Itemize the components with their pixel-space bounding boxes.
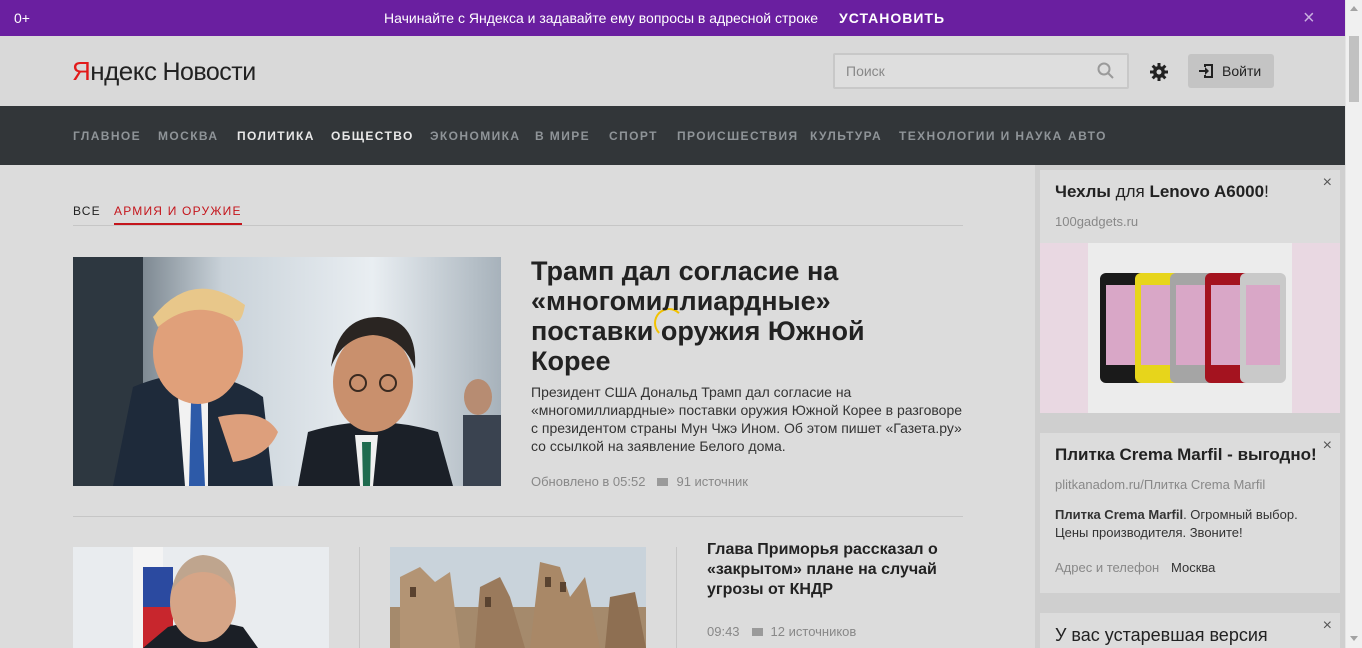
story-sources[interactable]: 12 источников [771, 624, 857, 639]
section-nav: ГЛАВНОЕ МОСКВА ПОЛИТИКА ОБЩЕСТВО ЭКОНОМИ… [0, 106, 1345, 165]
hero-title[interactable]: Трамп дал согласие на «многомиллиардные»… [531, 256, 951, 376]
login-button[interactable]: Войти [1188, 54, 1274, 88]
login-label: Войти [1222, 63, 1262, 79]
close-icon[interactable]: × [1323, 174, 1332, 192]
card-separator [676, 547, 677, 648]
ad-title[interactable]: У вас устаревшая версия [1055, 625, 1268, 646]
nav-item-moscow[interactable]: МОСКВА [158, 129, 218, 143]
hero-meta: Обновлено в 05:52 91 источник [531, 474, 748, 489]
promo-message: Начинайте с Яндекса и задавайте ему вопр… [384, 10, 819, 26]
scroll-down-arrow-icon[interactable] [1350, 636, 1358, 641]
search-icon[interactable] [1097, 62, 1115, 85]
sources-icon [751, 628, 763, 636]
hero-summary: Президент США Дональд Трамп дал согласие… [531, 384, 963, 454]
gear-icon[interactable] [1149, 62, 1169, 87]
card-separator [359, 547, 360, 648]
story-title[interactable]: Глава Приморья рассказал о «закрытом» пл… [707, 540, 957, 600]
close-icon[interactable]: × [1323, 437, 1332, 455]
hero-updated: Обновлено в 05:52 [531, 474, 646, 489]
story-meta: 09:43 12 источников [707, 624, 856, 639]
ad-description: Плитка Crema Marfil. Огромный выбор. Цен… [1055, 507, 1298, 540]
ad-card-tiles[interactable]: × Плитка Crema Marfil - выгодно! plitkan… [1040, 433, 1340, 593]
yandex-news-logo[interactable]: Яндекс Новости [72, 56, 256, 87]
nav-item-society[interactable]: ОБЩЕСТВО [331, 129, 414, 143]
nav-item-main[interactable]: ГЛАВНОЕ [73, 129, 141, 143]
nav-item-auto[interactable]: АВТО [1068, 129, 1107, 143]
scroll-up-arrow-icon[interactable] [1350, 6, 1358, 11]
ad-card-cases[interactable]: × Чехлы для Lenovo A6000! 100gadgets.ru [1040, 170, 1340, 413]
story-photo-putin[interactable] [73, 547, 329, 648]
nav-item-politics[interactable]: ПОЛИТИКА [237, 129, 315, 143]
story-time: 09:43 [707, 624, 740, 639]
nav-item-tech[interactable]: ТЕХНОЛОГИИ И НАУКА [899, 129, 1063, 143]
subtabs: ВСЕ АРМИЯ И ОРУЖИЕ [73, 204, 963, 226]
ad-title[interactable]: Чехлы для Lenovo A6000! [1055, 182, 1269, 202]
search-box [833, 53, 1129, 89]
divider [73, 516, 963, 517]
hero-photo[interactable] [73, 257, 501, 486]
ad-card-browser[interactable]: × У вас устаревшая версия [1040, 613, 1340, 648]
nav-item-world[interactable]: В МИРЕ [535, 129, 590, 143]
nav-item-incidents[interactable]: ПРОИСШЕСТВИЯ [677, 129, 799, 143]
sources-icon [657, 478, 669, 486]
scrollbar-thumb[interactable] [1349, 36, 1359, 102]
header: ЯндексНовости Войти [0, 36, 1345, 106]
story-photo-ruins[interactable] [390, 547, 646, 648]
tab-all[interactable]: ВСЕ [73, 204, 101, 218]
ad-domain[interactable]: 100gadgets.ru [1055, 214, 1138, 229]
ad-domain[interactable]: plitkanadom.ru/Плитка Crema Marfil [1055, 477, 1265, 492]
close-icon[interactable]: × [1323, 617, 1332, 635]
login-icon [1199, 64, 1213, 78]
ad-city: Москва [1171, 560, 1216, 575]
nav-item-sport[interactable]: СПОРТ [609, 129, 658, 143]
ad-contacts-link[interactable]: Адрес и телефон [1055, 560, 1159, 575]
scrollbar[interactable] [1345, 0, 1362, 648]
promo-bar: 0+ Начинайте с Яндекса и задавайте ему в… [0, 0, 1345, 36]
nav-item-culture[interactable]: КУЛЬТУРА [810, 129, 882, 143]
ad-phone-cases-image[interactable] [1040, 243, 1340, 413]
search-input[interactable] [835, 55, 1085, 87]
install-button[interactable]: УСТАНОВИТЬ [839, 10, 945, 26]
hero-sources[interactable]: 91 источник [676, 474, 748, 489]
age-rating: 0+ [14, 10, 30, 26]
tab-army[interactable]: АРМИЯ И ОРУЖИЕ [114, 204, 242, 225]
ad-title[interactable]: Плитка Crema Marfil - выгодно! [1055, 445, 1317, 465]
nav-item-economy[interactable]: ЭКОНОМИКА [430, 129, 520, 143]
close-icon[interactable]: × [1303, 7, 1315, 30]
